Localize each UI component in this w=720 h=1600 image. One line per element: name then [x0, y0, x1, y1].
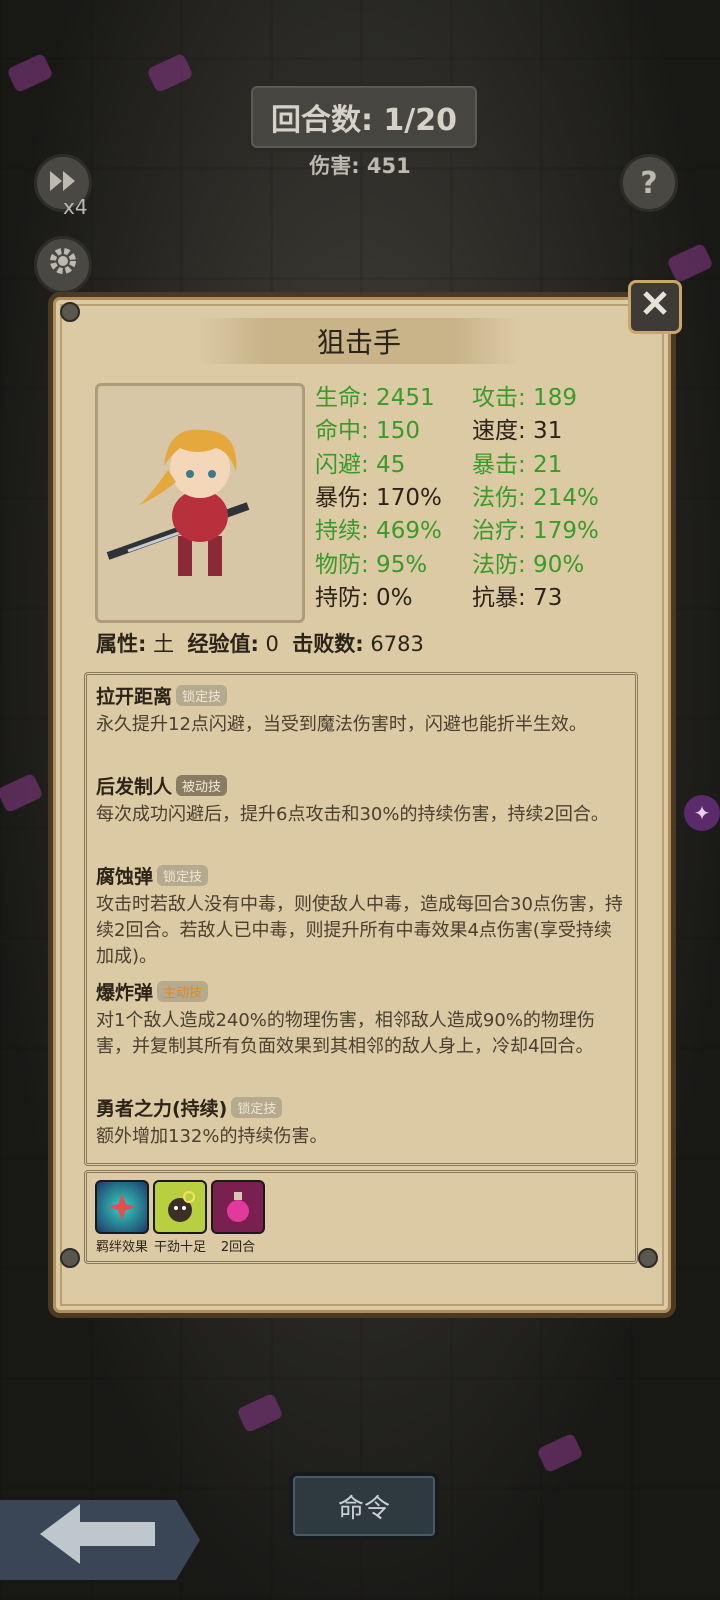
damage-total: 伤害: 451	[309, 154, 411, 178]
character-meta: 属性: 土 经验值: 0 击败数: 6783	[96, 628, 424, 658]
back-arrow-icon	[40, 1500, 160, 1580]
skill-item[interactable]: 后发制人 被动技 每次成功闪避后，提升6点攻击和30%的持续伤害，持续2回合。	[96, 772, 626, 828]
skill-item[interactable]: 拉开距离 锁定技 永久提升12点闪避，当受到魔法伤害时，闪避也能折半生效。	[96, 682, 626, 738]
character-name: 狙击手	[198, 318, 520, 364]
kills-value: 6783	[370, 632, 424, 656]
stat-speed: 速度: 31	[472, 418, 563, 444]
skill-tag: 锁定技	[157, 865, 209, 886]
skill-tag: 被动技	[176, 775, 228, 796]
settings-button[interactable]	[34, 236, 92, 294]
stat-crit: 暴击: 21	[472, 452, 563, 478]
kills-label: 击败数:	[292, 632, 364, 656]
skill-description: 攻击时若敌人没有中毒，则使敌人中毒，造成每回合30点伤害，持续2回合。若敌人已中…	[96, 894, 623, 967]
back-button[interactable]	[0, 1500, 200, 1580]
stat-magic-defense: 法防: 90%	[472, 552, 585, 578]
command-button[interactable]: 命令	[289, 1472, 439, 1540]
gear-icon	[46, 244, 80, 286]
effect-label: 2回合	[220, 1240, 256, 1255]
skill-name: 勇者之力(持续)	[96, 1098, 228, 1120]
effect-bond[interactable]: 羁绊效果	[94, 1180, 150, 1255]
round-counter: 回合数: 1/20	[247, 82, 481, 152]
exp-value: 0	[265, 632, 279, 656]
stat-hit: 命中: 150	[315, 418, 420, 444]
skill-item[interactable]: 爆炸弹 主动技 对1个敌人造成240%的物理伤害，相邻敌人造成90%的物理伤害，并…	[96, 978, 626, 1060]
help-icon: ?	[640, 165, 658, 201]
skill-description: 每次成功闪避后，提升6点攻击和30%的持续伤害，持续2回合。	[96, 804, 609, 825]
stat-dodge: 闪避: 45	[315, 452, 406, 478]
skill-tag: 锁定技	[231, 1097, 283, 1118]
skill-tag: 锁定技	[176, 685, 228, 706]
side-skill-icon[interactable]: ✦	[684, 795, 720, 831]
stat-dot: 持续: 469%	[315, 518, 442, 544]
skill-description: 对1个敌人造成240%的物理伤害，相邻敌人造成90%的物理伤害，并复制其所有负面…	[96, 1010, 595, 1057]
bond-icon	[95, 1180, 149, 1234]
speed-multiplier: x4	[63, 195, 88, 219]
stat-physical-defense: 物防: 95%	[315, 552, 428, 578]
sniper-character-image	[106, 429, 250, 576]
skill-name: 爆炸弹	[96, 982, 154, 1004]
motivated-icon	[153, 1180, 207, 1234]
help-button[interactable]: ?	[620, 154, 678, 212]
effect-motivated[interactable]: 干劲十足	[152, 1180, 208, 1255]
stat-hp: 生命: 2451	[315, 385, 435, 411]
close-icon	[640, 288, 670, 326]
effect-potion[interactable]: 2回合	[210, 1180, 266, 1255]
close-button[interactable]	[628, 280, 682, 334]
attribute-label: 属性:	[96, 632, 147, 656]
skill-tag: 主动技	[157, 981, 209, 1002]
attribute-value: 土	[153, 632, 175, 656]
stat-magic-damage: 法伤: 214%	[472, 485, 599, 511]
stat-crit-damage: 暴伤: 170%	[315, 485, 442, 511]
skill-item[interactable]: 勇者之力(持续) 锁定技 额外增加132%的持续伤害。	[96, 1094, 626, 1150]
skill-name: 腐蚀弹	[96, 866, 154, 888]
effect-label: 羁绊效果	[95, 1240, 148, 1255]
panel-rivet	[60, 1248, 80, 1268]
effect-label: 干劲十足	[153, 1240, 206, 1255]
stat-heal: 治疗: 179%	[472, 518, 599, 544]
skill-description: 额外增加132%的持续伤害。	[96, 1126, 328, 1147]
skill-description: 永久提升12点闪避，当受到魔法伤害时，闪避也能折半生效。	[96, 714, 587, 735]
stat-anti-crit: 抗暴: 73	[472, 585, 563, 611]
stat-attack: 攻击: 189	[472, 385, 577, 411]
panel-rivet	[60, 302, 80, 322]
character-portrait	[95, 383, 305, 623]
stat-dot-defense: 持防: 0%	[315, 585, 413, 611]
skill-item[interactable]: 腐蚀弹 锁定技 攻击时若敌人没有中毒，则使敌人中毒，造成每回合30点伤害，持续2回…	[96, 862, 626, 970]
potion-icon	[211, 1180, 265, 1234]
panel-rivet	[638, 1248, 658, 1268]
skill-name: 后发制人	[96, 776, 173, 798]
skill-name: 拉开距离	[96, 686, 173, 708]
exp-label: 经验值:	[187, 632, 259, 656]
